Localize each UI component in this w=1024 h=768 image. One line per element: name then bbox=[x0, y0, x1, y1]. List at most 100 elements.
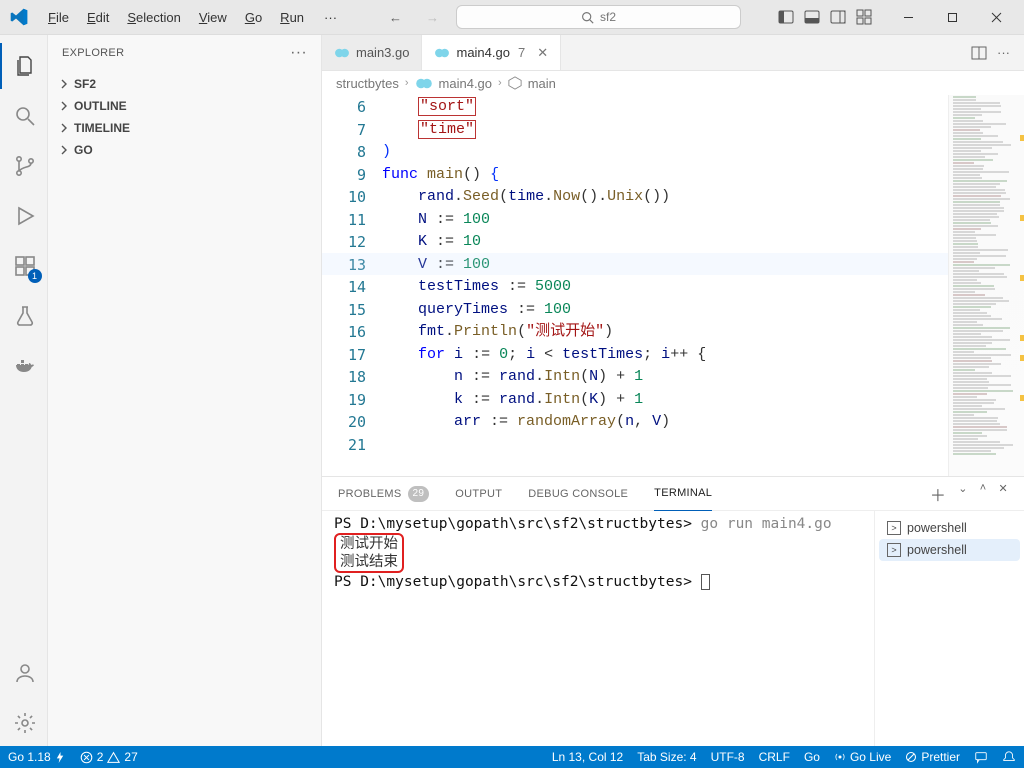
tree-section-timeline[interactable]: TIMELINE bbox=[48, 117, 321, 139]
nav-forward-icon[interactable]: → bbox=[419, 7, 446, 28]
editor-tab[interactable]: main3.go bbox=[322, 35, 422, 70]
toggle-primary-sidebar-icon[interactable] bbox=[778, 9, 794, 25]
maximize-button[interactable] bbox=[930, 1, 974, 33]
terminal-content[interactable]: PS D:\mysetup\gopath\src\sf2\structbytes… bbox=[322, 511, 874, 746]
panel-tab-label: OUTPUT bbox=[455, 488, 502, 500]
panel-tab-output[interactable]: OUTPUT bbox=[455, 477, 502, 511]
breadcrumb[interactable]: structbytes › main4.go › main bbox=[322, 71, 1024, 95]
activity-docker[interactable] bbox=[0, 343, 48, 389]
menu-bar: FileEditSelectionViewGoRun bbox=[40, 8, 312, 27]
tree-section-go[interactable]: GO bbox=[48, 139, 321, 161]
panel-tab-debug-console[interactable]: DEBUG CONSOLE bbox=[528, 477, 628, 511]
tab-close-icon[interactable]: ✕ bbox=[537, 45, 548, 61]
nav-back-icon[interactable]: ← bbox=[382, 7, 409, 28]
chevron-right-icon bbox=[58, 100, 70, 112]
go-file-icon bbox=[334, 48, 350, 58]
terminal-dropdown-icon[interactable]: ⌄ bbox=[958, 482, 968, 506]
lightning-icon bbox=[55, 752, 66, 763]
close-button[interactable] bbox=[974, 1, 1018, 33]
tree-section-outline[interactable]: OUTLINE bbox=[48, 95, 321, 117]
terminal-sessions-list: >powershell>powershell bbox=[874, 511, 1024, 746]
toggle-panel-icon[interactable] bbox=[804, 9, 820, 25]
activity-search[interactable] bbox=[0, 93, 48, 139]
search-icon bbox=[581, 11, 594, 24]
menu-go[interactable]: Go bbox=[237, 8, 270, 27]
activity-bar: 1 bbox=[0, 35, 48, 746]
bell-icon bbox=[1002, 750, 1016, 764]
activity-extensions[interactable]: 1 bbox=[0, 243, 48, 289]
menu-edit[interactable]: Edit bbox=[79, 8, 117, 27]
terminal-shell-icon: > bbox=[887, 543, 901, 557]
activity-run-debug[interactable] bbox=[0, 193, 48, 239]
search-icon bbox=[13, 104, 37, 128]
broadcast-icon bbox=[834, 751, 846, 763]
bottom-panel: PROBLEMS 29 OUTPUT DEBUG CONSOLE TERMINA… bbox=[322, 476, 1024, 746]
status-eol[interactable]: CRLF bbox=[759, 750, 790, 764]
vscode-icon bbox=[10, 8, 28, 26]
symbol-function-icon bbox=[508, 76, 522, 90]
activity-accounts[interactable] bbox=[0, 650, 48, 696]
breadcrumb-symbol[interactable]: main bbox=[528, 76, 556, 91]
line-number-gutter: 6789101112131415161718192021 bbox=[322, 95, 382, 476]
minimap[interactable] bbox=[948, 95, 1024, 476]
files-icon bbox=[13, 54, 37, 78]
disallow-icon bbox=[905, 751, 917, 763]
status-prettier[interactable]: Prettier bbox=[905, 750, 960, 764]
split-editor-icon[interactable] bbox=[971, 45, 987, 61]
branch-icon bbox=[13, 154, 37, 178]
status-problems[interactable]: 2 27 bbox=[80, 750, 138, 764]
sidebar-more-icon[interactable]: ··· bbox=[290, 44, 307, 62]
editor-more-icon[interactable]: ··· bbox=[997, 45, 1010, 60]
menu-overflow[interactable]: ··· bbox=[316, 8, 345, 27]
activity-explorer[interactable] bbox=[0, 43, 48, 89]
panel-tab-label: DEBUG CONSOLE bbox=[528, 488, 628, 500]
extensions-badge: 1 bbox=[28, 269, 42, 283]
minimize-button[interactable] bbox=[886, 1, 930, 33]
status-language[interactable]: Go bbox=[804, 750, 820, 764]
feedback-icon bbox=[974, 750, 988, 764]
toggle-secondary-sidebar-icon[interactable] bbox=[830, 9, 846, 25]
editor-tab[interactable]: main4.go7✕ bbox=[422, 35, 561, 70]
terminal-session[interactable]: >powershell bbox=[879, 517, 1020, 539]
status-tab-size[interactable]: Tab Size: 4 bbox=[637, 750, 696, 764]
breadcrumb-folder[interactable]: structbytes bbox=[336, 76, 399, 91]
explorer-tree[interactable]: SF2OUTLINETIMELINEGO bbox=[48, 71, 321, 746]
explorer-sidebar: EXPLORER ··· SF2OUTLINETIMELINEGO bbox=[48, 35, 322, 746]
panel-tab-label: TERMINAL bbox=[654, 487, 712, 499]
warning-icon bbox=[107, 751, 120, 764]
layout-controls bbox=[778, 9, 872, 25]
activity-source-control[interactable] bbox=[0, 143, 48, 189]
status-go-version[interactable]: Go 1.18 bbox=[8, 750, 66, 764]
status-feedback[interactable] bbox=[974, 750, 988, 764]
account-icon bbox=[13, 661, 37, 685]
maximize-panel-icon[interactable]: ˄ bbox=[980, 482, 987, 506]
go-file-icon bbox=[434, 48, 450, 58]
activity-manage[interactable] bbox=[0, 700, 48, 746]
status-encoding[interactable]: UTF-8 bbox=[711, 750, 745, 764]
new-terminal-icon[interactable]: ＋ bbox=[930, 482, 946, 506]
status-go-live[interactable]: Go Live bbox=[834, 750, 891, 764]
tab-dirty-indicator: 7 bbox=[518, 45, 525, 60]
tree-section-sf2[interactable]: SF2 bbox=[48, 73, 321, 95]
editor-area: main3.go main4.go 7 ✕ ··· structbytes › mai… bbox=[322, 35, 1024, 746]
panel-tab-terminal[interactable]: TERMINAL bbox=[654, 477, 712, 511]
code-content[interactable]: "sort" "time")func main() { rand.Seed(ti… bbox=[382, 95, 1024, 476]
problems-count-badge: 29 bbox=[408, 486, 430, 502]
menu-view[interactable]: View bbox=[191, 8, 235, 27]
breadcrumb-file[interactable]: main4.go bbox=[439, 76, 492, 91]
menu-selection[interactable]: Selection bbox=[119, 8, 188, 27]
status-notifications[interactable] bbox=[1002, 750, 1016, 764]
sidebar-title: EXPLORER bbox=[62, 47, 124, 59]
status-cursor-position[interactable]: Ln 13, Col 12 bbox=[552, 750, 623, 764]
command-center-search[interactable]: sf2 bbox=[456, 5, 741, 29]
text-editor[interactable]: 6789101112131415161718192021 "sort" "tim… bbox=[322, 95, 1024, 476]
editor-tabs: main3.gomain4.go7✕ ··· bbox=[322, 35, 1024, 71]
menu-run[interactable]: Run bbox=[272, 8, 312, 27]
terminal-session[interactable]: >powershell bbox=[879, 539, 1020, 561]
activity-testing[interactable] bbox=[0, 293, 48, 339]
panel-tab-problems[interactable]: PROBLEMS 29 bbox=[338, 477, 429, 511]
menu-file[interactable]: File bbox=[40, 8, 77, 27]
gear-icon bbox=[13, 711, 37, 735]
close-panel-icon[interactable]: ✕ bbox=[998, 482, 1008, 506]
customize-layout-icon[interactable] bbox=[856, 9, 872, 25]
